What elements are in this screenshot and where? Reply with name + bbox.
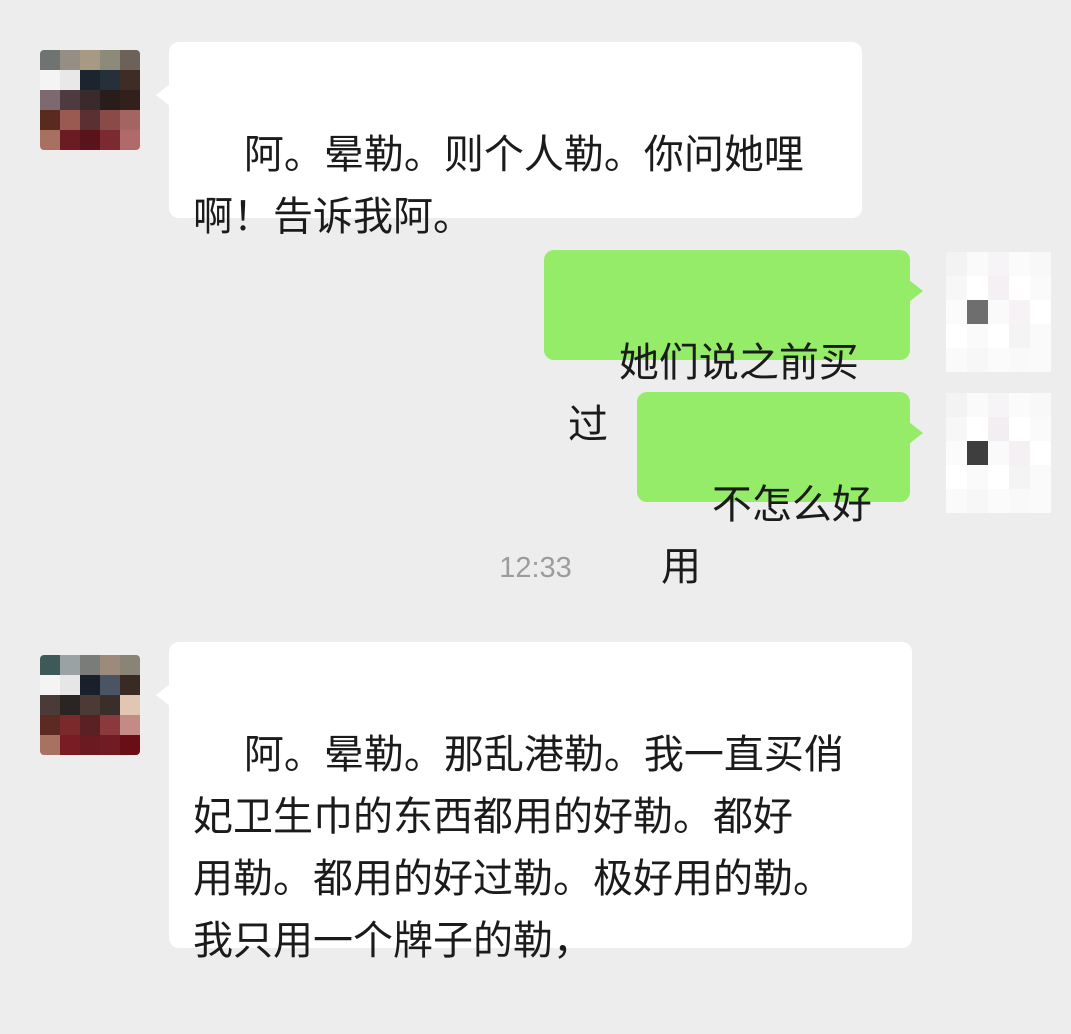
message-text: 阿。晕勒。则个人勒。你问她哩 啊！告诉我阿。 — [193, 132, 804, 240]
outgoing-message-bubble[interactable]: 不怎么好用 — [637, 392, 923, 590]
message-text: 阿。晕勒。那乱港勒。我一直买俏 妃卫生巾的东西都用的好勒。都好 用勒。都用的好过… — [193, 732, 844, 964]
incoming-message-bubble[interactable]: 阿。晕勒。那乱港勒。我一直买俏 妃卫生巾的东西都用的好勒。都好 用勒。都用的好过… — [156, 642, 912, 964]
outgoing-message-bubble[interactable]: 她们说之前买过 — [544, 250, 923, 448]
self-avatar[interactable] — [946, 252, 1051, 372]
contact-avatar[interactable] — [40, 50, 140, 150]
message-timestamp: 12:33 — [499, 552, 572, 584]
self-avatar[interactable] — [946, 393, 1051, 513]
contact-avatar[interactable] — [40, 655, 140, 755]
chat-message-list[interactable]: 阿。晕勒。则个人勒。你问她哩 啊！告诉我阿。 她们说之前买过 不怎么好用 12:… — [0, 0, 1071, 964]
incoming-message-bubble[interactable]: 阿。晕勒。则个人勒。你问她哩 啊！告诉我阿。 — [156, 42, 862, 240]
